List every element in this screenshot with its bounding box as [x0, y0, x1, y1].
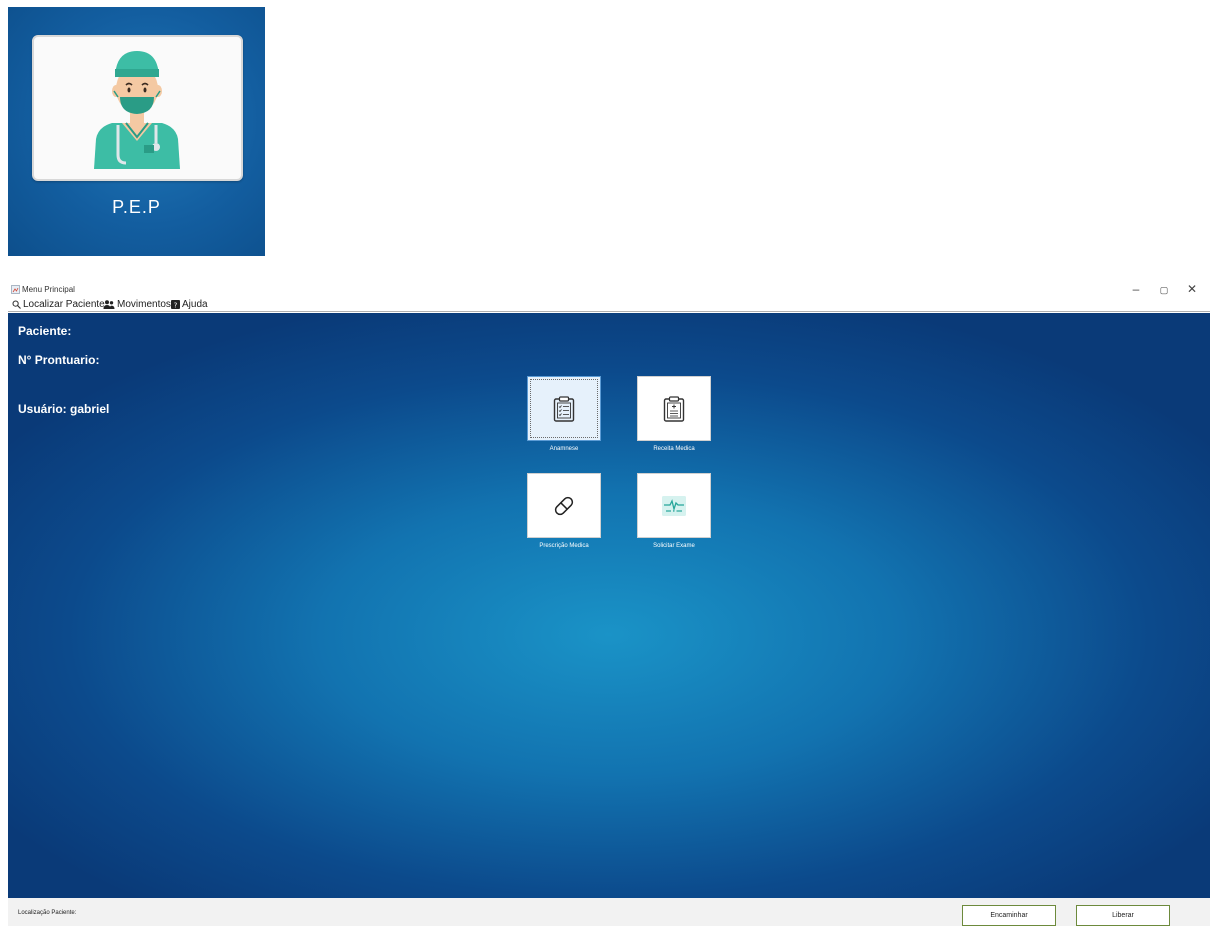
paciente-label: Paciente:	[18, 324, 72, 338]
localizacao-paciente-label: Localização Paciente:	[18, 910, 77, 916]
solicitar-exame-button[interactable]	[637, 473, 711, 538]
close-button[interactable]: ✕	[1184, 282, 1200, 296]
prescricao-medica-button[interactable]	[527, 473, 601, 538]
title-bar: Menu Principal – ▢ ✕	[8, 282, 1210, 296]
receita-medica-label: Receita Medica	[653, 446, 695, 452]
maximize-button[interactable]: ▢	[1156, 285, 1172, 296]
app-icon	[11, 285, 20, 294]
prontuario-label: N° Prontuario:	[18, 353, 100, 367]
clipboard-checklist-icon	[553, 395, 575, 422]
main-content: Paciente: N° Prontuario: Usuário: gabrie…	[8, 313, 1210, 898]
menu-label: Ajuda	[182, 299, 208, 310]
receita-medica-button[interactable]	[637, 376, 711, 441]
users-icon	[103, 300, 115, 309]
menu-localizar-paciente[interactable]: Localizar Paciente	[12, 299, 105, 310]
usuario-label: Usuário: gabriel	[18, 402, 110, 416]
prescricao-medica-label: Prescrição Medica	[539, 543, 589, 549]
search-icon	[12, 300, 21, 309]
encaminhar-button[interactable]: Encaminhar	[962, 905, 1056, 926]
doctor-avatar-icon	[94, 51, 180, 169]
pep-logo-card: P.E.P	[8, 7, 265, 256]
clipboard-medical-icon	[663, 395, 685, 422]
logo-title: P.E.P	[112, 197, 161, 217]
logo-frame	[32, 35, 243, 181]
menu-bar: Localizar Paciente Movimentos ? Ajuda	[8, 297, 1210, 312]
pill-capsule-icon	[554, 496, 574, 515]
main-window: Menu Principal – ▢ ✕ Localizar Paciente …	[8, 282, 1210, 926]
menu-label: Movimentos	[117, 299, 171, 310]
menu-ajuda[interactable]: ? Ajuda	[171, 299, 208, 310]
anamnese-label: Anamnese	[549, 446, 579, 452]
help-icon: ?	[171, 300, 180, 309]
liberar-button[interactable]: Liberar	[1076, 905, 1170, 926]
window-title: Menu Principal	[22, 285, 75, 294]
menu-movimentos[interactable]: Movimentos	[103, 299, 171, 310]
heart-monitor-icon	[662, 495, 686, 516]
minimize-button[interactable]: –	[1128, 282, 1144, 296]
anamnese-button[interactable]	[527, 376, 601, 441]
svg-text:?: ?	[174, 301, 178, 309]
menu-label: Localizar Paciente	[23, 299, 105, 310]
solicitar-exame-label: Solicitar Exame	[653, 543, 695, 549]
status-bar: Localização Paciente: Encaminhar Liberar	[8, 898, 1210, 926]
